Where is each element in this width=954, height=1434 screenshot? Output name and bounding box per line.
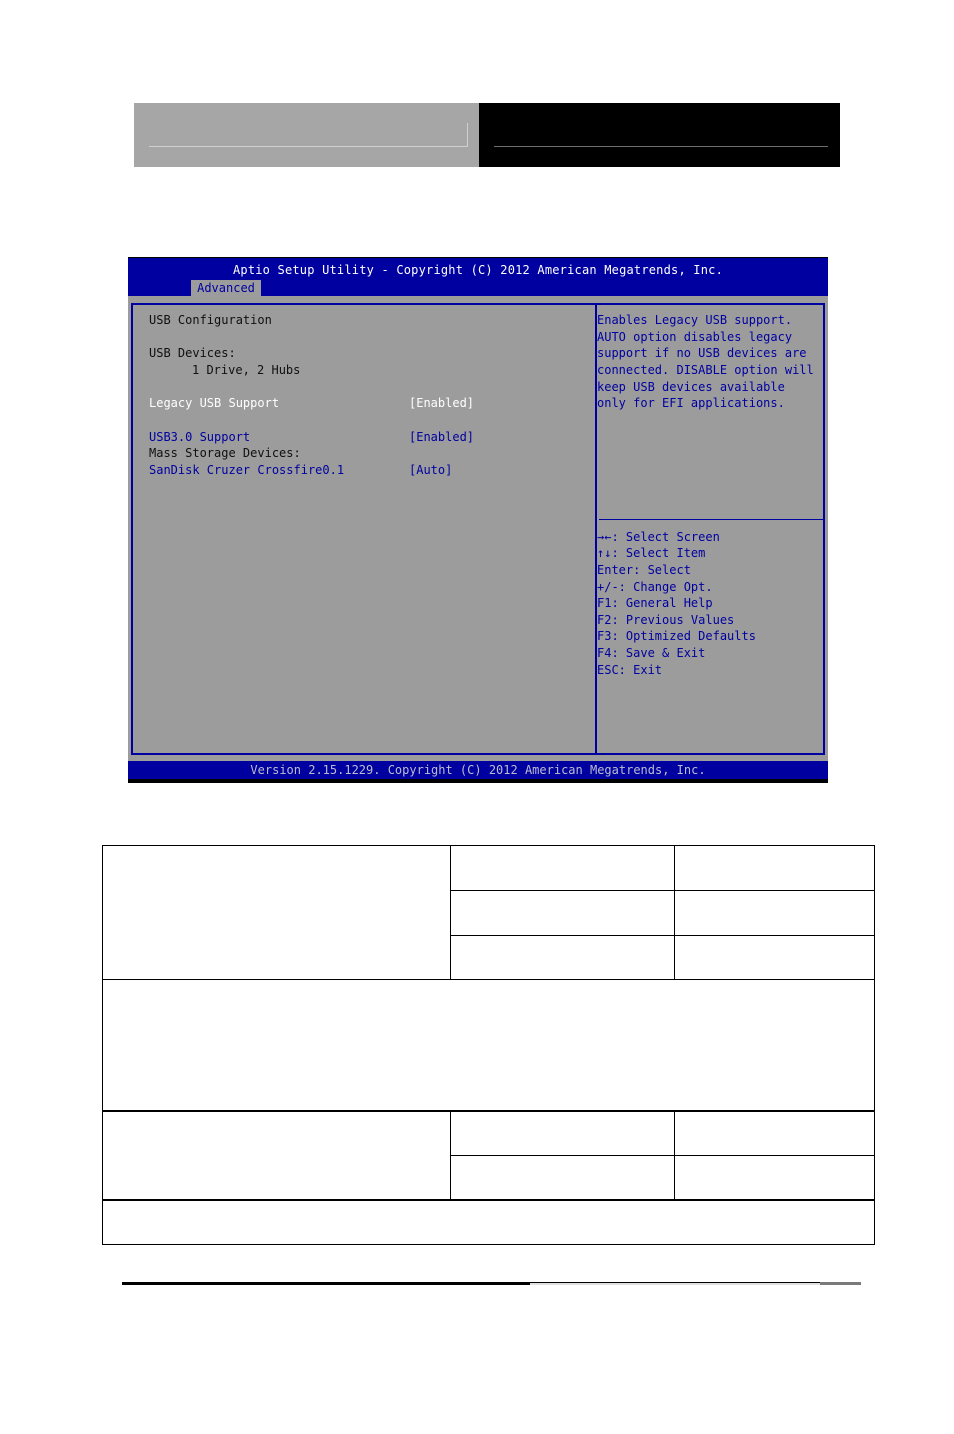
help-line: support if no USB devices are bbox=[597, 346, 807, 360]
header-banner-left bbox=[134, 103, 479, 167]
setting-legacy-usb-support-value[interactable]: [Enabled] bbox=[409, 395, 474, 411]
help-line: keep USB devices available bbox=[597, 380, 785, 394]
bios-body: USB Configuration USB Devices: 1 Drive, … bbox=[128, 296, 828, 761]
header-rule-left bbox=[149, 146, 467, 147]
bios-frame: USB Configuration USB Devices: 1 Drive, … bbox=[131, 303, 825, 755]
bios-version: Version 2.15.1229. Copyright (C) 2012 Am… bbox=[250, 763, 706, 777]
help-separator bbox=[599, 519, 823, 520]
up-down-arrows-icon: ↑↓ bbox=[597, 546, 612, 560]
key-help-item: ↑↓: Select Item bbox=[597, 545, 705, 561]
table-cell bbox=[674, 890, 875, 936]
key-help-item: Enter: Select bbox=[597, 563, 691, 577]
help-line: AUTO option disables legacy bbox=[597, 330, 793, 344]
setting-sandisk-cruzer[interactable]: SanDisk Cruzer Crossfire0.1 bbox=[149, 462, 344, 478]
mass-storage-label: Mass Storage Devices: bbox=[149, 446, 301, 460]
table-description-cell bbox=[102, 979, 875, 1112]
key-help-item: +/-: Change Opt. bbox=[597, 580, 713, 594]
bios-title-bar: Aptio Setup Utility - Copyright (C) 2012… bbox=[128, 258, 828, 296]
header-tick bbox=[467, 123, 468, 147]
key-help-item: →←: Select Screen bbox=[597, 529, 720, 545]
key-help-item: F3: Optimized Defaults bbox=[597, 629, 756, 643]
help-line: only for EFI applications. bbox=[597, 396, 785, 410]
key-help-item: F2: Previous Values bbox=[597, 613, 735, 627]
bios-footer-bar: Version 2.15.1229. Copyright (C) 2012 Am… bbox=[128, 761, 828, 779]
header-rule-right bbox=[494, 146, 828, 147]
key-help-text: : Select Screen bbox=[611, 530, 720, 544]
table-cell bbox=[102, 845, 451, 980]
footer-rule-end bbox=[820, 1282, 861, 1285]
table-cell bbox=[674, 845, 875, 891]
table-cell bbox=[450, 1111, 675, 1156]
usb-devices-value: 1 Drive, 2 Hubs bbox=[192, 363, 301, 377]
setting-sandisk-cruzer-value[interactable]: [Auto] bbox=[409, 462, 452, 478]
section-title: USB Configuration bbox=[149, 313, 272, 327]
table-cell bbox=[450, 890, 675, 936]
bios-title: Aptio Setup Utility - Copyright (C) 2012… bbox=[232, 263, 724, 277]
table-cell bbox=[102, 1111, 451, 1200]
table-cell bbox=[450, 845, 675, 891]
setting-usb30-support-value[interactable]: [Enabled] bbox=[409, 429, 474, 445]
help-line: connected. DISABLE option will bbox=[597, 363, 814, 377]
bios-screen: Aptio Setup Utility - Copyright (C) 2012… bbox=[128, 257, 828, 783]
table-cell bbox=[674, 935, 875, 980]
left-right-arrows-icon: →← bbox=[597, 530, 612, 544]
key-help-text: : Select Item bbox=[611, 546, 706, 560]
footer-rule-highlight bbox=[530, 1283, 861, 1285]
table-cell bbox=[450, 1155, 675, 1200]
table-cell bbox=[450, 935, 675, 980]
setting-usb30-support[interactable]: USB3.0 Support bbox=[149, 429, 250, 445]
key-help-item: F1: General Help bbox=[597, 596, 713, 610]
help-line: Enables Legacy USB support. bbox=[597, 313, 793, 327]
setting-legacy-usb-support[interactable]: Legacy USB Support bbox=[149, 395, 279, 411]
tab-advanced[interactable]: Advanced bbox=[191, 280, 261, 296]
table-cell bbox=[674, 1155, 875, 1200]
table-cell bbox=[674, 1111, 875, 1156]
key-help-item: ESC: Exit bbox=[597, 663, 663, 677]
usb-devices-label: USB Devices: bbox=[149, 346, 236, 360]
key-help-item: F4: Save & Exit bbox=[597, 646, 706, 660]
table-description-cell bbox=[102, 1199, 875, 1245]
header-banner-right bbox=[479, 103, 840, 167]
